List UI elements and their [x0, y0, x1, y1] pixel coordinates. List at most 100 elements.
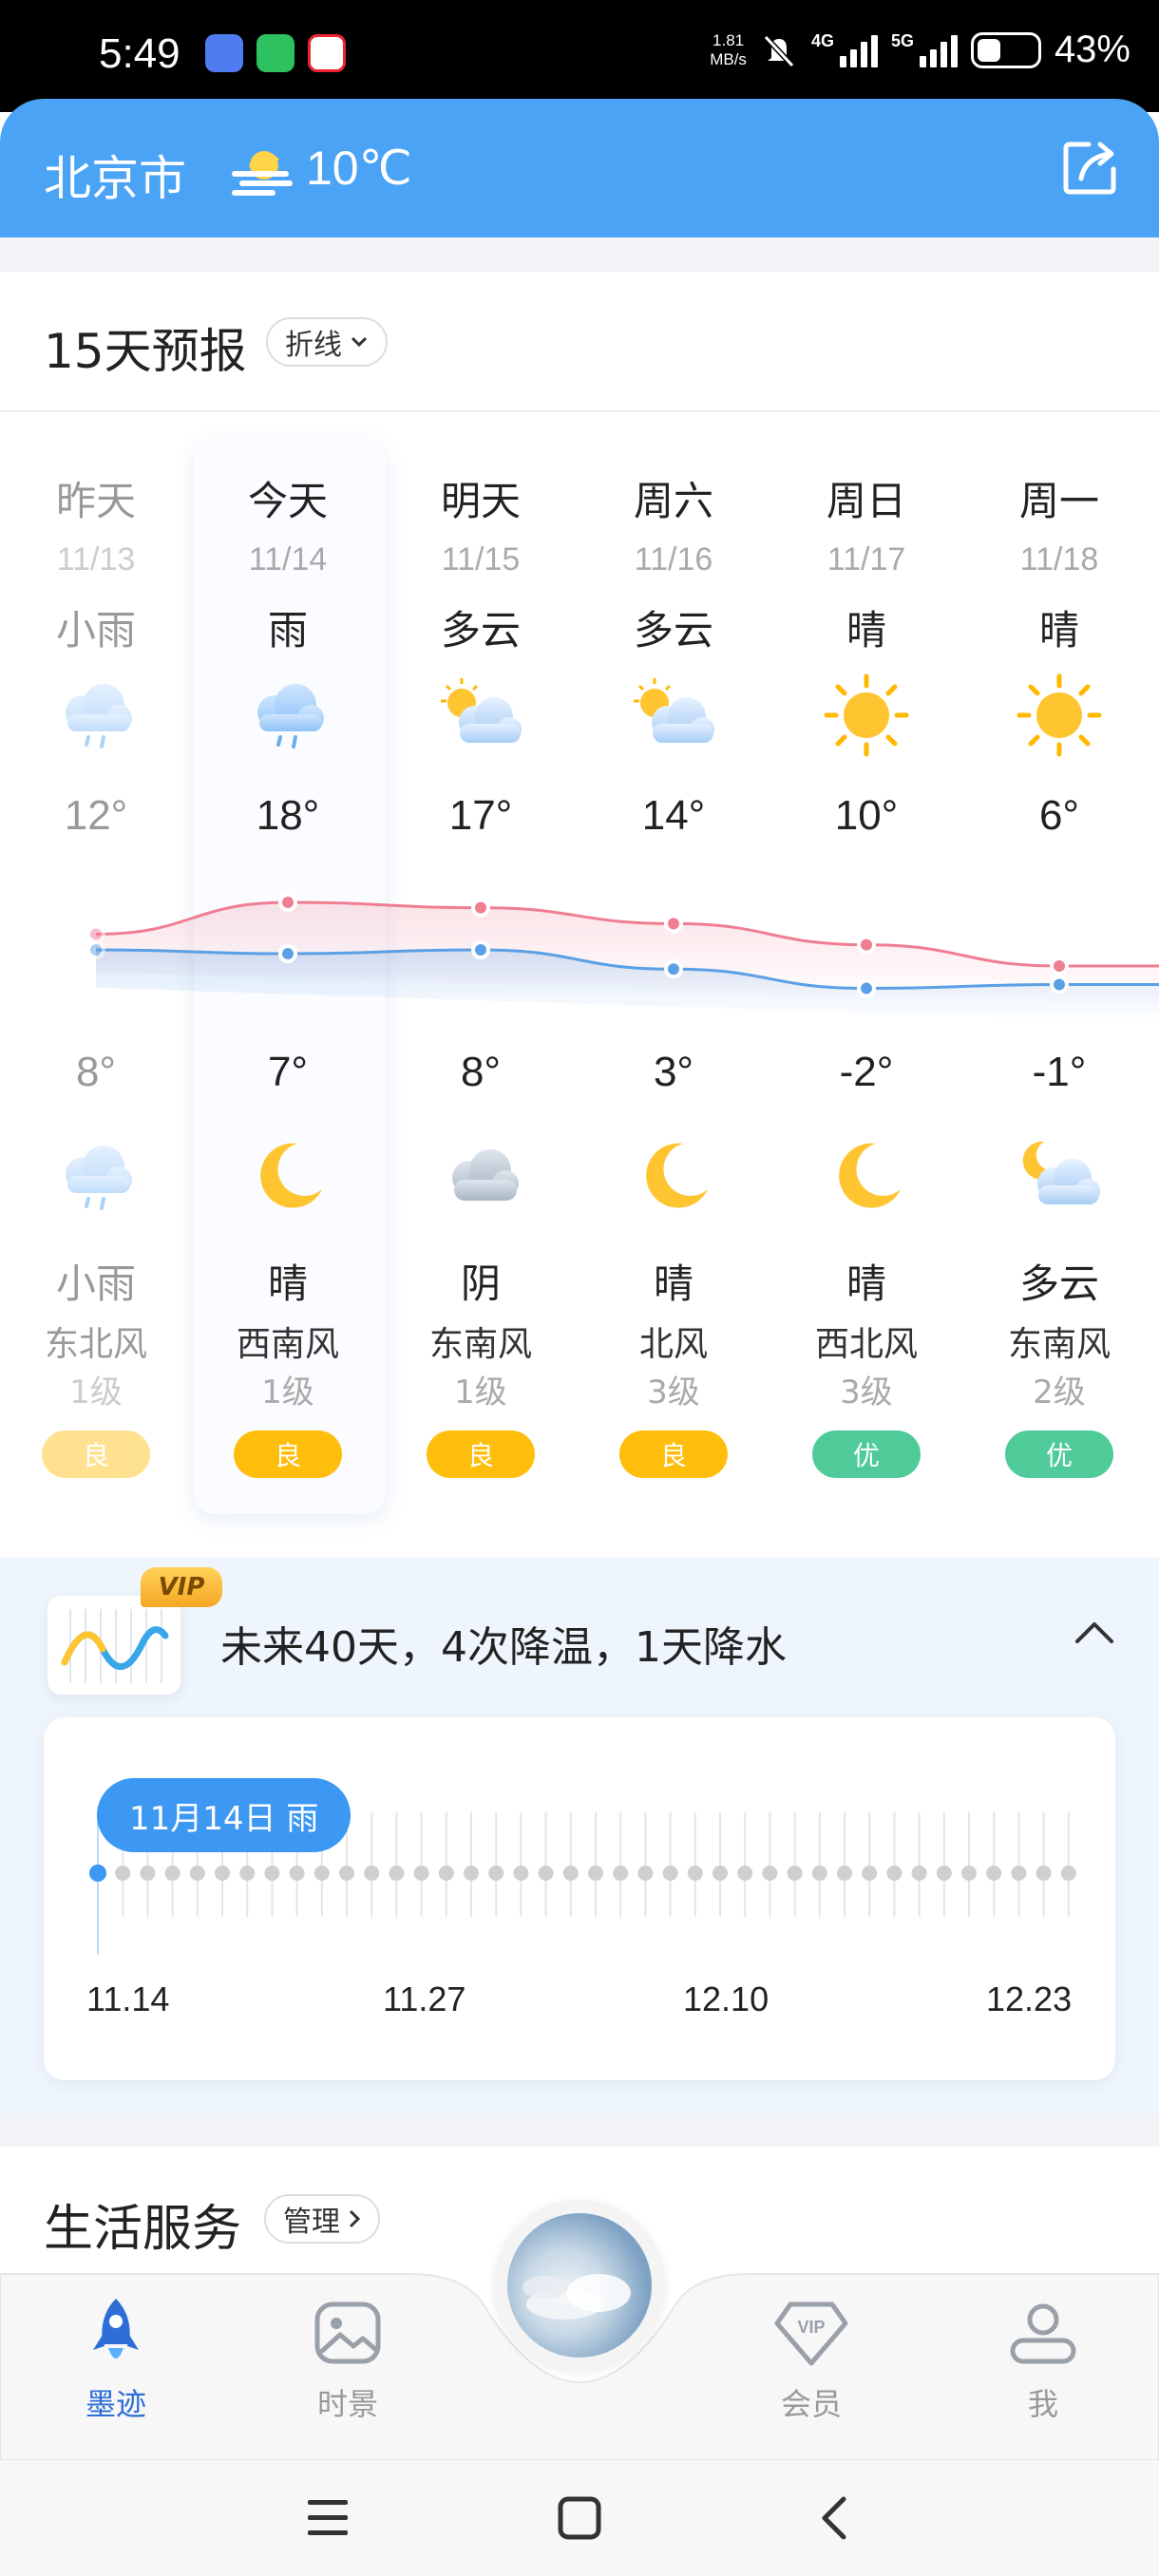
wind-direction: 东南风: [1007, 1325, 1111, 1364]
forty-day-summary: 未来40天，4次降温，1天降水: [220, 1623, 787, 1672]
timeline-day-dot[interactable]: [687, 1866, 703, 1881]
nav-item-me[interactable]: 我: [977, 2297, 1110, 2424]
timeline-day-dot[interactable]: [413, 1866, 429, 1881]
timeline-day-dot[interactable]: [438, 1866, 454, 1881]
timeline-date: 11.27: [383, 1979, 466, 2018]
city-name[interactable]: 北京市: [44, 141, 186, 209]
nav-label: 会员: [780, 2386, 842, 2422]
aqi-badge: 优: [1005, 1430, 1113, 1478]
timeline-day-dot[interactable]: [115, 1866, 131, 1881]
timeline-day-dot[interactable]: [1060, 1866, 1076, 1881]
timeline-day-dot[interactable]: [762, 1866, 778, 1881]
timeline-day-dot[interactable]: [1036, 1866, 1052, 1881]
timeline-day-dot[interactable]: [215, 1866, 230, 1881]
signal-4g-icon: 4G: [811, 31, 878, 67]
forty-day-logo: [48, 1596, 180, 1695]
forecast-day-label: 明天: [440, 478, 521, 524]
forty-day-card[interactable]: 11月14日 雨 11.14 11.27 12.10 12.23: [44, 1717, 1115, 2080]
moon-icon: [646, 1143, 708, 1208]
life-services-title: 生活服务: [44, 2201, 242, 2258]
timeline-day-dot[interactable]: [464, 1866, 479, 1881]
timeline-date: 11.14: [86, 1979, 170, 2018]
back-icon[interactable]: [815, 2494, 853, 2542]
trend-chart-icon: [61, 1609, 169, 1683]
network-speed: 1.81 MB/s: [710, 31, 747, 69]
chart-mode-label: 折线: [285, 329, 342, 362]
nav-item-shijing[interactable]: 时景: [281, 2297, 414, 2424]
timeline-day-dot[interactable]: [239, 1866, 256, 1881]
share-icon[interactable]: [1060, 137, 1121, 198]
timeline-date: 12.23: [986, 1979, 1073, 2018]
timeline-day-dot[interactable]: [189, 1866, 205, 1881]
chevron-up-icon[interactable]: [1074, 1619, 1115, 1645]
timeline-day-dot[interactable]: [513, 1866, 529, 1881]
timeline-day-dot[interactable]: [538, 1866, 554, 1881]
timeline-day-dot[interactable]: [314, 1866, 330, 1881]
timeline-day-dot[interactable]: [339, 1866, 354, 1881]
chart-mode-toggle[interactable]: 折线: [266, 317, 388, 367]
notification-app-icon: [205, 34, 243, 72]
status-bar: 5:49 1.81 MB/s 4G 5G 43%: [0, 0, 1159, 112]
timeline-day-dot[interactable]: [662, 1866, 678, 1881]
timeline-day-dot[interactable]: [364, 1866, 380, 1881]
timeline-day-dot[interactable]: [613, 1866, 629, 1881]
high-temp: 6°: [1038, 792, 1080, 839]
nav-item-vip[interactable]: VIP 会员: [745, 2297, 878, 2424]
sun-cloud-icon: [634, 678, 714, 743]
timeline-dates: 11.14 11.27 12.10 12.23: [44, 1979, 1115, 2027]
timeline-day-dot[interactable]: [886, 1866, 902, 1881]
user-icon: [1010, 2303, 1076, 2364]
app-header: 北京市 10℃: [0, 99, 1159, 237]
timeline-day-dot[interactable]: [140, 1866, 156, 1881]
rain-cloud-icon: [66, 1146, 132, 1210]
wind-direction: 西北风: [814, 1325, 918, 1364]
day-weather: 多云: [633, 607, 713, 653]
timeline-day-dot[interactable]: [787, 1866, 803, 1881]
timeline-day-dot[interactable]: [164, 1866, 180, 1881]
forty-day-panel[interactable]: VIP 未来40天，4次降温，1天降水 11月14日 雨 11.14 11.27…: [0, 1558, 1159, 2114]
high-temp-point: [1050, 956, 1069, 975]
night-weather: 晴: [267, 1260, 308, 1307]
high-temp-point: [86, 924, 105, 944]
timeline-day-dot[interactable]: [488, 1866, 504, 1881]
low-temp-point: [1050, 975, 1069, 994]
system-navigation-bar: [0, 2460, 1159, 2576]
day-weather: 多云: [440, 607, 521, 653]
timeline-day-dot[interactable]: [637, 1866, 654, 1881]
timeline-day-dot[interactable]: [986, 1866, 1002, 1881]
timeline-day-dot[interactable]: [911, 1866, 927, 1881]
timeline-day-dot[interactable]: [89, 1865, 106, 1882]
timeline-day-dot[interactable]: [961, 1866, 977, 1881]
timeline-day-dot[interactable]: [1011, 1866, 1027, 1881]
night-weather: 多云: [1018, 1260, 1099, 1307]
timeline-day-dot[interactable]: [264, 1866, 280, 1881]
timeline-day-dot[interactable]: [562, 1866, 579, 1881]
moon-icon: [839, 1143, 901, 1208]
forecast-day-label: 周六: [633, 478, 713, 524]
wind-level: 2级: [1033, 1373, 1086, 1411]
menu-icon[interactable]: [304, 2496, 352, 2538]
timeline-day-dot[interactable]: [936, 1866, 952, 1881]
timeline-day-dot[interactable]: [737, 1866, 753, 1881]
rocket-icon: [93, 2299, 139, 2358]
center-sky-button[interactable]: [494, 2200, 665, 2371]
low-temp-point: [278, 944, 297, 964]
nav-item-moji[interactable]: 墨迹: [49, 2297, 182, 2424]
rain-cloud-icon: [257, 684, 324, 748]
timeline-day-dot[interactable]: [811, 1866, 827, 1881]
timeline-day-dot[interactable]: [862, 1866, 878, 1881]
wind-level: 1级: [69, 1373, 123, 1411]
timeline-day-dot[interactable]: [289, 1866, 305, 1881]
timeline-day-dot[interactable]: [389, 1866, 405, 1881]
wind-level: 1级: [454, 1373, 507, 1411]
high-temp-point: [857, 935, 876, 955]
nav-label: 我: [1027, 2386, 1058, 2422]
timeline-day-dot[interactable]: [712, 1866, 728, 1881]
home-icon[interactable]: [556, 2494, 603, 2542]
low-temp-point: [664, 959, 683, 979]
chevron-right-icon: [349, 2209, 361, 2228]
timeline-day-dot[interactable]: [837, 1866, 852, 1881]
manage-button[interactable]: 管理: [264, 2194, 380, 2244]
timeline-day-dot[interactable]: [588, 1866, 603, 1881]
fog-sun-icon: [232, 151, 293, 196]
